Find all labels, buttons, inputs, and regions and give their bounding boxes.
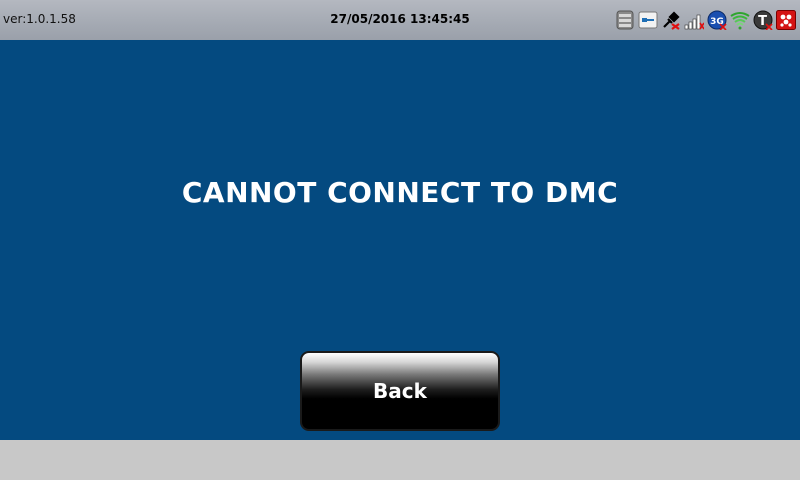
back-button[interactable]: Back bbox=[300, 351, 500, 431]
back-button-label: Back bbox=[373, 379, 427, 403]
error-message: CANNOT CONNECT TO DMC bbox=[181, 176, 619, 209]
3g-icon: 3G bbox=[707, 10, 727, 31]
status-icon-tray: 3G T bbox=[615, 9, 796, 31]
signal-bars-icon bbox=[684, 10, 705, 30]
network-disconnected-icon bbox=[661, 10, 681, 30]
device-screen: ver:1.0.1.58 27/05/2016 13:45:45 3G T CA… bbox=[0, 0, 800, 480]
t-icon-label: T bbox=[758, 14, 767, 29]
bottom-bar bbox=[0, 440, 800, 480]
t-status-icon: T bbox=[753, 10, 773, 31]
storage-icon bbox=[615, 10, 635, 30]
usb-icon bbox=[638, 10, 658, 30]
app-status-icon bbox=[776, 10, 796, 30]
wifi-icon bbox=[730, 10, 750, 30]
main-panel: CANNOT CONNECT TO DMC Back bbox=[0, 40, 800, 440]
status-bar: ver:1.0.1.58 27/05/2016 13:45:45 3G T bbox=[0, 0, 800, 40]
